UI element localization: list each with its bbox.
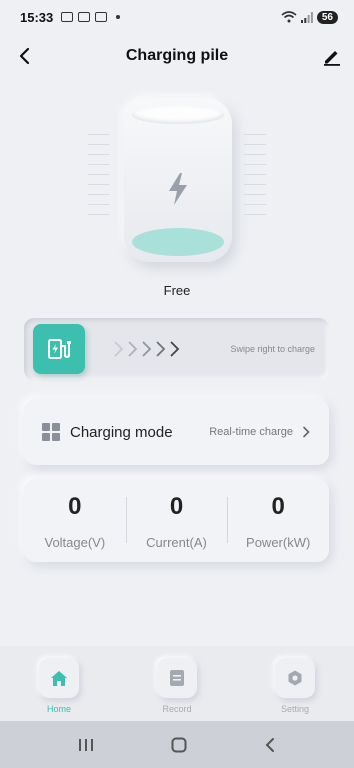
pile-body	[124, 98, 232, 262]
home-icon	[39, 658, 79, 698]
pile-charge-level	[132, 228, 224, 256]
setting-icon	[275, 658, 315, 698]
bottom-navigation: Home Record Setting	[0, 646, 354, 721]
chevron-right-icon	[114, 341, 124, 357]
swipe-handle[interactable]	[33, 324, 85, 374]
lightning-bolt-icon	[169, 173, 187, 205]
record-icon	[157, 658, 197, 698]
current-label: Current(A)	[146, 535, 207, 550]
page-title: Charging pile	[125, 47, 229, 64]
home-button-icon[interactable]	[171, 737, 187, 753]
grid-icon	[42, 423, 60, 441]
charging-mode-row[interactable]: Charging mode Real-time charge	[24, 399, 329, 465]
ev-charger-icon	[48, 339, 71, 359]
nav-home-label: Home	[46, 704, 71, 714]
more-notifications-icon	[116, 15, 121, 19]
chevron-right-icon	[156, 341, 166, 357]
pile-top	[132, 106, 224, 124]
signal-icon	[300, 11, 313, 23]
metrics-panel: 0 Voltage(V) 0 Current(A) 0 Power(kW)	[24, 479, 329, 562]
back-nav-icon[interactable]	[264, 737, 276, 753]
system-navigation-bar	[0, 721, 354, 768]
voltage-label: Voltage(V)	[44, 535, 106, 550]
current-value: 0	[169, 493, 184, 520]
metric-voltage: 0 Voltage(V)	[24, 479, 126, 562]
nav-home[interactable]: Home	[0, 646, 118, 721]
pencil-icon	[324, 51, 340, 66]
app-header: Charging pile	[0, 38, 354, 74]
pile-ticks-right	[244, 134, 266, 224]
status-bar: 15:33 56	[0, 0, 354, 34]
charging-mode-label: Charging mode	[70, 423, 173, 441]
charging-mode-value: Real-time charge	[209, 426, 293, 438]
recent-apps-icon[interactable]	[78, 738, 94, 752]
nav-setting-label: Setting	[280, 704, 310, 714]
power-value: 0	[271, 493, 285, 520]
charging-pile-illustration	[88, 98, 266, 268]
edit-button[interactable]	[320, 44, 344, 68]
pile-ticks-left	[88, 134, 110, 224]
nav-setting[interactable]: Setting	[236, 646, 354, 721]
mail-notification-icon	[78, 12, 91, 22]
battery-indicator: 56	[316, 10, 338, 24]
swipe-hint: Swipe right to charge	[230, 344, 315, 354]
metric-power: 0 Power(kW)	[227, 479, 329, 562]
voltage-value: 0	[68, 493, 82, 520]
chevron-right-icon	[303, 426, 310, 438]
back-button[interactable]	[12, 44, 36, 68]
nav-record[interactable]: Record	[118, 646, 236, 721]
metric-current: 0 Current(A)	[125, 479, 228, 562]
chevron-left-icon	[19, 47, 30, 65]
chevron-right-icon	[170, 341, 180, 357]
nav-record-label: Record	[162, 704, 192, 714]
gmail-notification-icon	[61, 12, 74, 22]
power-label: Power(kW)	[246, 535, 311, 550]
swipe-to-charge-track[interactable]: Swipe right to charge	[24, 318, 329, 380]
swipe-arrows	[112, 340, 180, 358]
wifi-icon	[281, 11, 297, 23]
chevron-right-icon	[142, 341, 152, 357]
status-time: 15:33	[20, 9, 54, 25]
mail-notification-icon-2	[95, 12, 108, 22]
chevron-right-icon	[128, 341, 138, 357]
pile-status: Free	[163, 283, 191, 298]
